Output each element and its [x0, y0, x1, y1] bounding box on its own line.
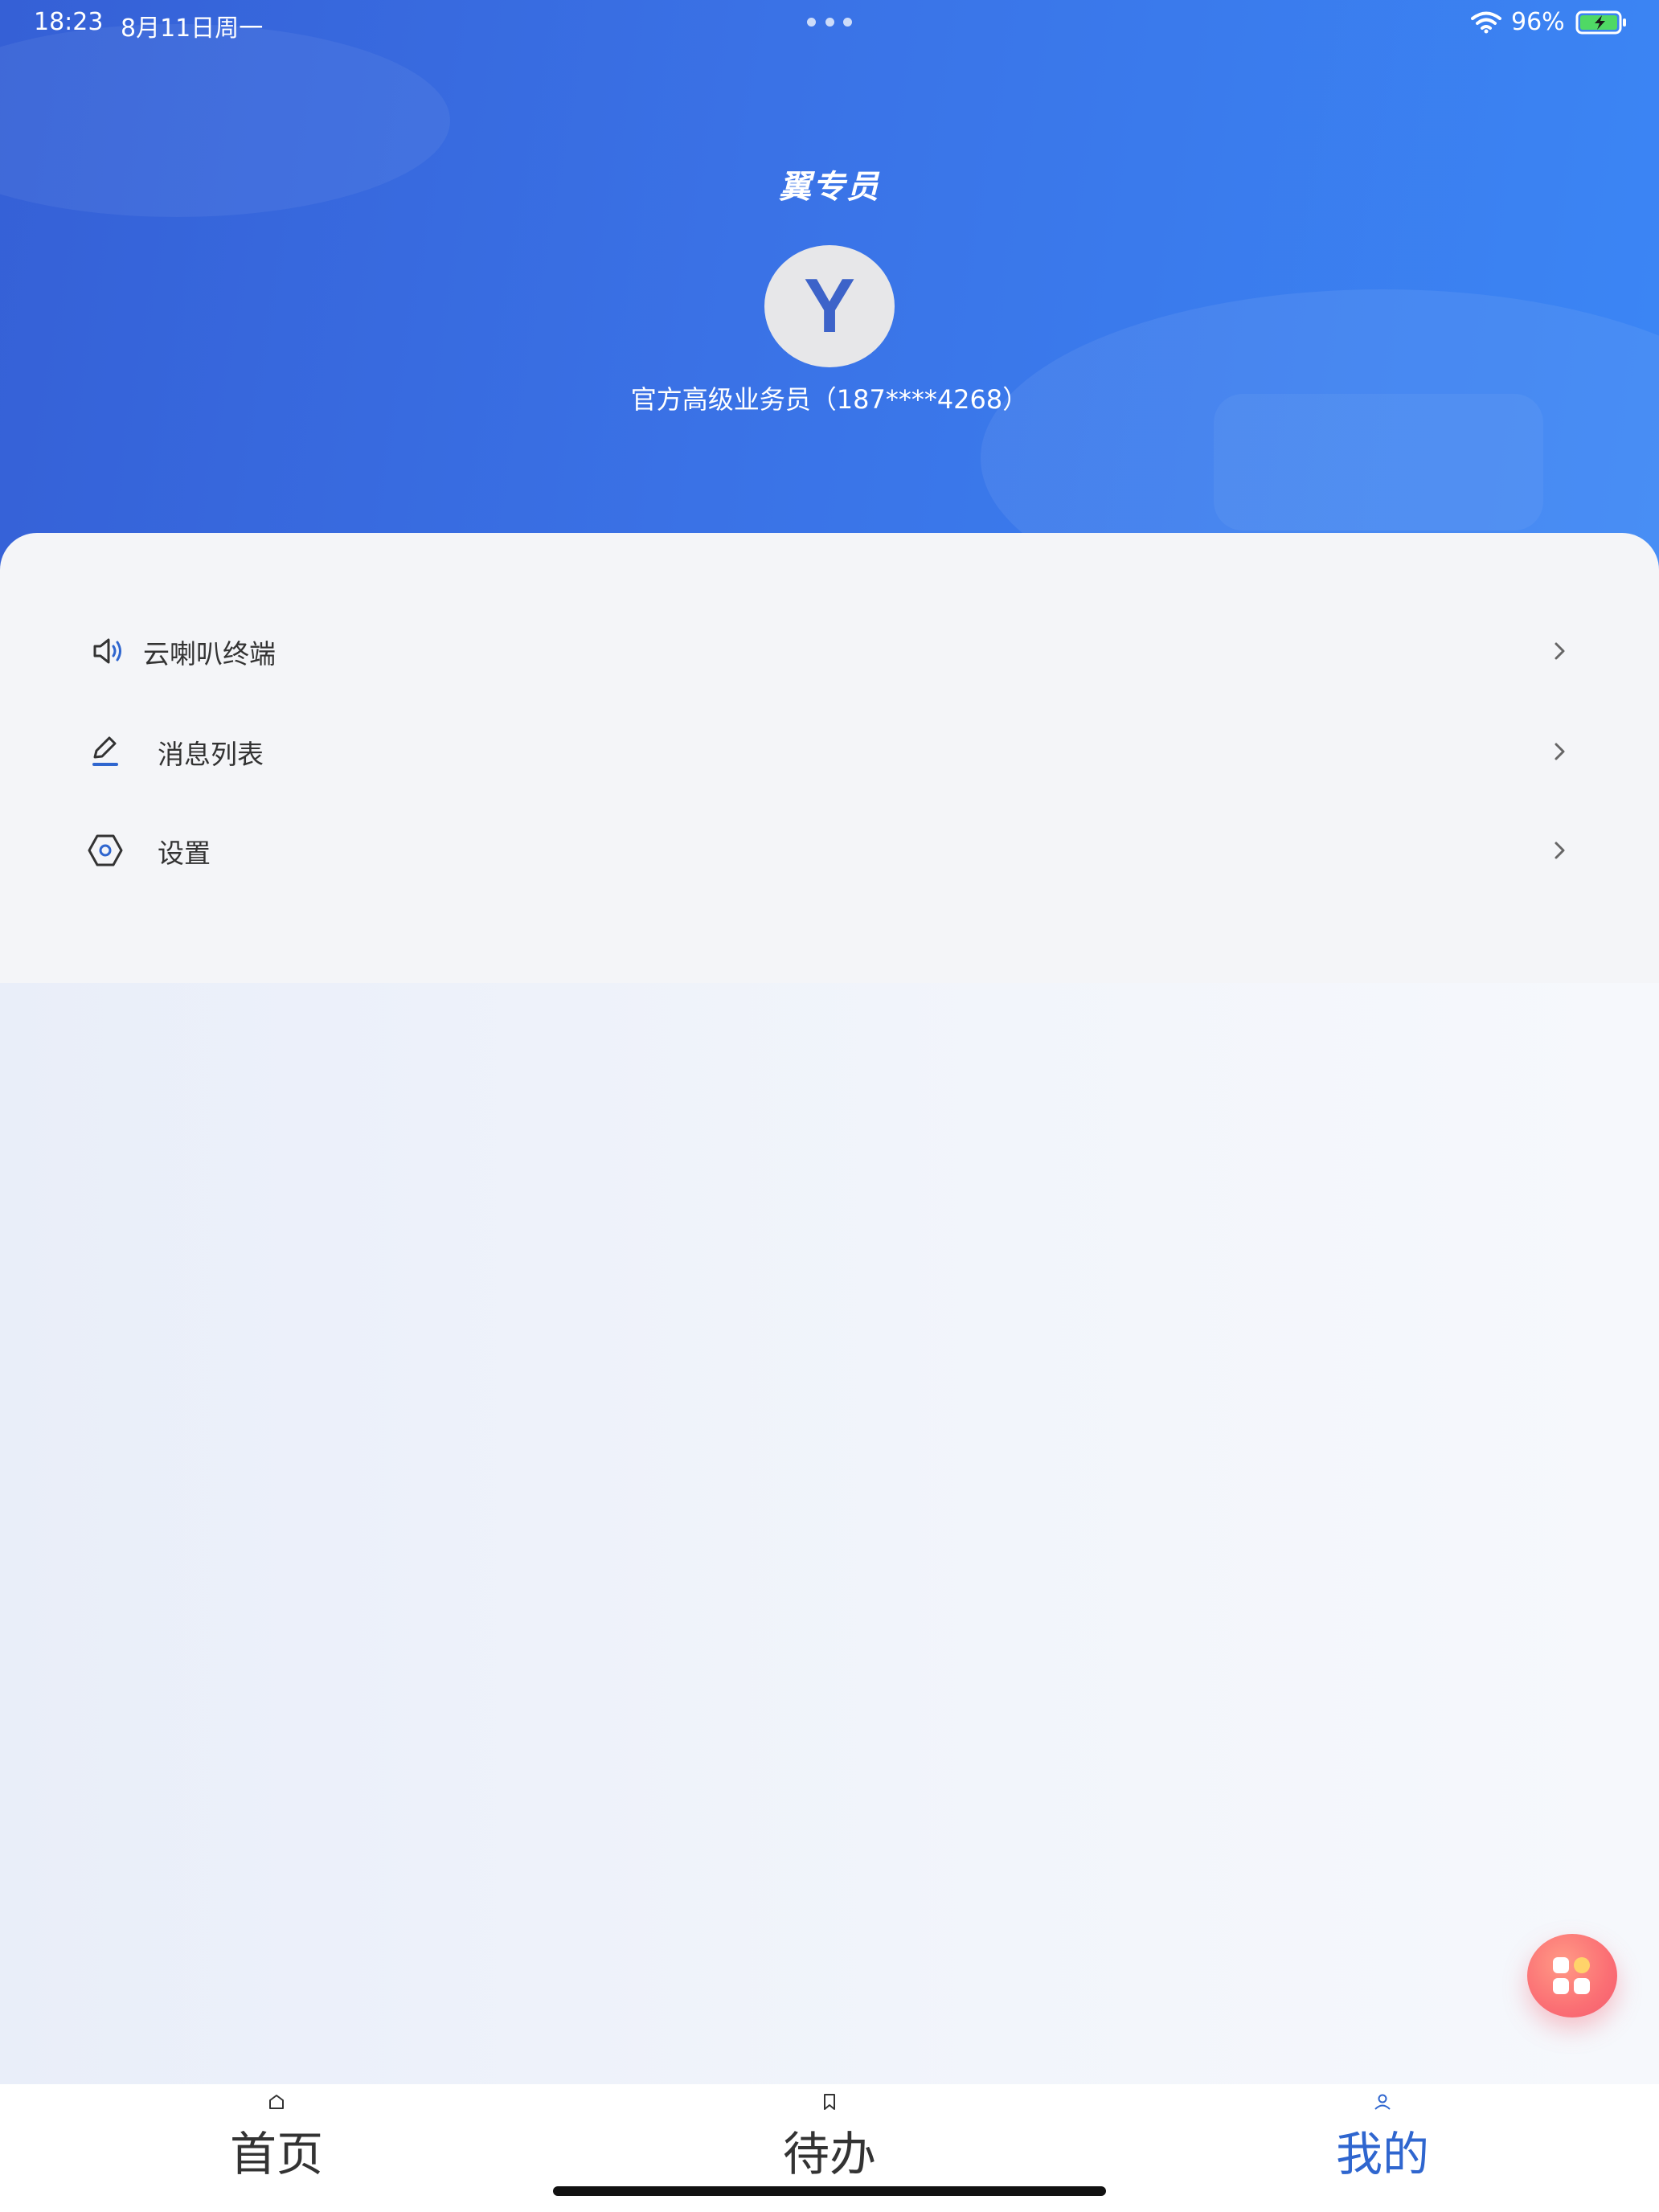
floating-apps-button[interactable] — [1527, 1934, 1617, 2017]
status-date: 8月11日周一 — [121, 14, 264, 43]
user-info: 官方高级业务员（187****4268） — [630, 384, 1029, 415]
menu-item-cloud-speaker[interactable]: 云喇叭终端 — [0, 607, 1659, 695]
wifi-icon — [1471, 11, 1501, 34]
tab-label: 我的 — [1335, 2127, 1429, 2181]
speaker-icon — [93, 638, 121, 664]
status-time: 18:23 — [34, 8, 104, 36]
chevron-right-icon — [1555, 642, 1565, 660]
menu-item-label: 消息列表 — [158, 739, 264, 770]
menu-item-label: 云喇叭终端 — [143, 638, 276, 670]
content-area — [0, 983, 1659, 2084]
status-bar: 18:23 8月11日周一 96% — [0, 0, 1659, 47]
chevron-right-icon — [1555, 842, 1565, 859]
user-icon — [1374, 2094, 1391, 2110]
menu-item-label: 设置 — [158, 838, 211, 869]
home-icon — [269, 2095, 284, 2109]
battery-percentage: 96% — [1511, 8, 1565, 36]
profile-header: 18:23 8月11日周一 96% 翼专员 Y 官方高级业务员（187****4… — [0, 0, 1659, 579]
edit-pen-icon — [92, 736, 118, 766]
chevron-right-icon — [1555, 743, 1565, 760]
menu-item-message-list[interactable]: 消息列表 — [0, 707, 1659, 796]
tab-home[interactable]: 首页 — [156, 2084, 397, 2189]
app-title: 翼专员 — [779, 169, 880, 206]
tab-label: 待办 — [782, 2127, 876, 2181]
tab-todo[interactable]: 待办 — [709, 2084, 950, 2189]
bookmark-icon — [824, 2094, 835, 2110]
menu-card: 云喇叭终端 消息列表 设置 — [0, 533, 1659, 983]
apps-grid-icon — [1553, 1957, 1590, 1994]
tab-mine[interactable]: 我的 — [1262, 2084, 1503, 2189]
home-indicator[interactable] — [553, 2186, 1106, 2196]
tab-label: 首页 — [229, 2127, 323, 2181]
multitasking-dots-icon[interactable] — [807, 18, 852, 27]
menu-item-settings[interactable]: 设置 — [0, 806, 1659, 895]
settings-hexagon-icon — [88, 834, 123, 866]
avatar[interactable]: Y — [764, 245, 895, 367]
battery-charging-icon — [1575, 10, 1626, 35]
